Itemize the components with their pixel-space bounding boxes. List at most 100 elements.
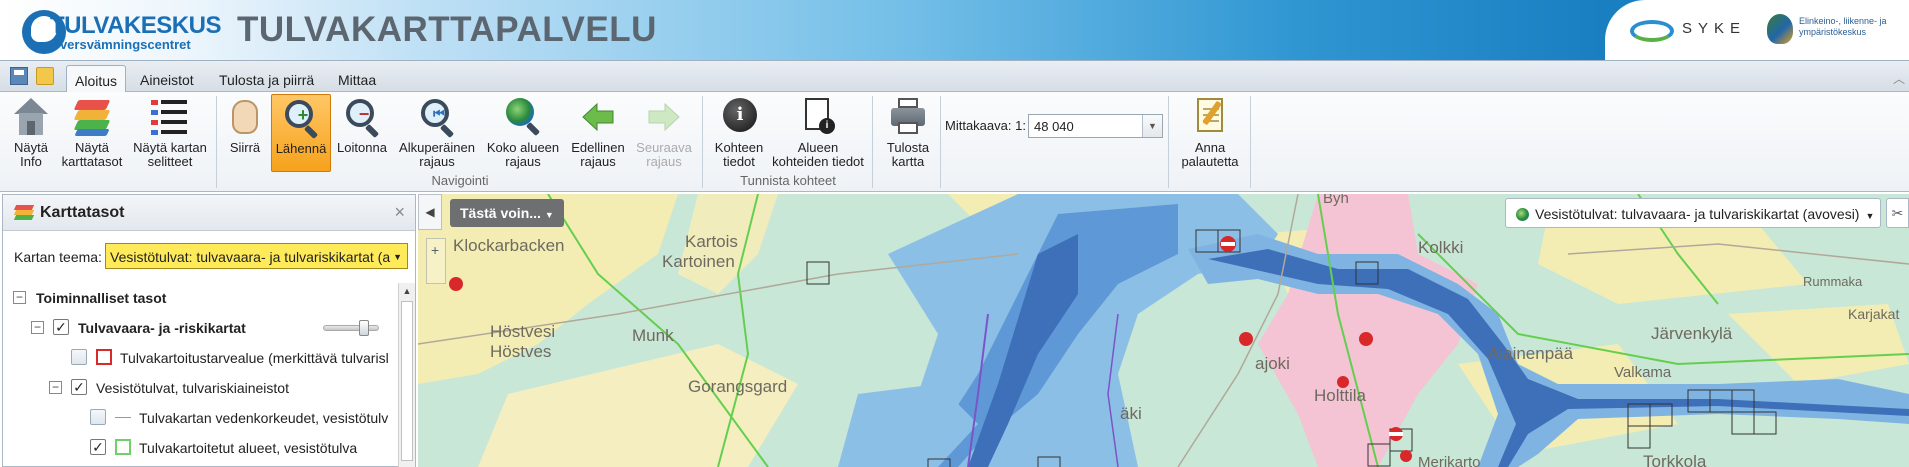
layer-tree: − Toiminnalliset tasot − ✓ Tulvavaara- j… bbox=[3, 283, 399, 467]
ribbon-separator bbox=[1168, 96, 1169, 188]
chevron-down-icon: ▼ bbox=[393, 252, 402, 262]
tree-row-label: Vesistötulvat, tulvariskiaineistot bbox=[96, 380, 289, 396]
map-view[interactable]: Klockarbacken Kartois Kartoinen Höstvesi… bbox=[418, 194, 1909, 467]
ribbon-separator bbox=[1250, 96, 1251, 188]
collapse-icon[interactable]: − bbox=[31, 321, 44, 334]
tasto-voin-button[interactable]: Tästä voin... ▼ bbox=[450, 199, 564, 227]
show-layers-button[interactable]: Näytä karttatasot bbox=[57, 94, 127, 172]
feedback-button[interactable]: Anna palautetta bbox=[1176, 94, 1244, 172]
hand-icon bbox=[224, 96, 266, 138]
layer-tree-scrollbar[interactable]: ▲ bbox=[398, 283, 415, 467]
slider-thumb[interactable] bbox=[359, 320, 369, 336]
tree-row: ✓ Tulvakartoitetut alueet, vesistötulva bbox=[3, 433, 399, 463]
collapse-icon[interactable]: − bbox=[13, 291, 26, 304]
logo-main-text: TULVAKESKUS bbox=[50, 12, 221, 39]
basemap-layer-label: Vesistötulvat: tulvavaara- ja tulvariski… bbox=[1535, 206, 1860, 222]
app-title: TULVAKARTTAPALVELU bbox=[237, 10, 657, 49]
zoom-plus-icon[interactable]: + bbox=[431, 242, 439, 258]
full-extent-button[interactable]: Koko alueen rajaus bbox=[482, 94, 564, 172]
original-extent-label: Alkuperäinen rajaus bbox=[399, 140, 475, 169]
show-info-label: Näytä Info bbox=[14, 140, 48, 169]
scale-combobox[interactable]: 48 040 ▼ bbox=[1028, 114, 1163, 138]
print-map-label: Tulosta kartta bbox=[886, 140, 930, 169]
tools-icon[interactable]: ✂ bbox=[1886, 198, 1909, 228]
layer-checkbox[interactable] bbox=[71, 349, 87, 365]
map-place-label: Järvenkylä bbox=[1651, 324, 1733, 343]
print-map-button[interactable]: Tulosta kartta bbox=[880, 94, 936, 172]
notepad-pencil-icon bbox=[1189, 96, 1231, 138]
globe-icon bbox=[1516, 208, 1529, 221]
collapse-icon[interactable]: − bbox=[49, 381, 62, 394]
next-extent-label: Seuraava rajaus bbox=[636, 140, 692, 169]
layer-opacity-slider[interactable] bbox=[323, 320, 379, 336]
syke-logo[interactable]: SYKE bbox=[1630, 14, 1780, 46]
tulvakeskus-logo[interactable]: TULVAKESKUS översvämningscentret bbox=[22, 8, 221, 54]
map-place-label: Munk bbox=[632, 326, 674, 345]
next-extent-button[interactable]: Seuraava rajaus bbox=[632, 94, 696, 172]
tree-row-label: Toiminnalliset tasot bbox=[36, 290, 167, 306]
zoom-out-button[interactable]: − Loitonna bbox=[334, 94, 390, 172]
area-feature-info-label: Alueen kohteiden tiedot bbox=[772, 140, 864, 169]
map-place-label: Höstvesi bbox=[490, 322, 556, 341]
basemap-layer-selector[interactable]: Vesistötulvat: tulvavaara- ja tulvariski… bbox=[1505, 198, 1881, 228]
map-zoom-control[interactable]: + bbox=[426, 238, 446, 284]
map-place-label: Torkkola bbox=[1643, 452, 1707, 467]
map-place-label: Gorangsgard bbox=[688, 377, 788, 396]
tab-mittaa[interactable]: Mittaa bbox=[330, 67, 384, 93]
map-place-label: Kartoinen bbox=[662, 252, 735, 271]
ribbon-separator bbox=[940, 96, 941, 188]
map-place-label: Valkama bbox=[1614, 364, 1672, 381]
zoom-out-icon: − bbox=[341, 96, 383, 139]
tab-aineistot[interactable]: Aineistot bbox=[132, 67, 202, 93]
previous-extent-button[interactable]: Edellinen rajaus bbox=[567, 94, 629, 172]
open-folder-icon[interactable] bbox=[36, 67, 54, 85]
layer-checkbox[interactable]: ✓ bbox=[71, 379, 87, 395]
ribbon-separator bbox=[702, 96, 703, 188]
house-icon bbox=[10, 96, 52, 138]
pan-button[interactable]: Siirrä bbox=[222, 94, 268, 172]
layer-checkbox[interactable] bbox=[90, 409, 106, 425]
zoom-in-label: Lähennä bbox=[275, 141, 327, 156]
feature-info-label: Kohteen tiedot bbox=[714, 140, 764, 169]
ribbon-separator bbox=[872, 96, 873, 188]
layers-icon bbox=[71, 96, 113, 138]
map-place-label: Merikarto bbox=[1418, 454, 1481, 467]
scale-value: 48 040 bbox=[1034, 119, 1074, 134]
layer-checkbox[interactable]: ✓ bbox=[90, 439, 106, 455]
map-place-label: Rummaka bbox=[1803, 274, 1863, 289]
ribbon-separator bbox=[216, 96, 217, 188]
tab-tulosta-ja-piirra[interactable]: Tulosta ja piirrä bbox=[211, 67, 322, 93]
feedback-label: Anna palautetta bbox=[1181, 140, 1239, 169]
show-info-button[interactable]: Näytä Info bbox=[6, 94, 56, 172]
header-banner: TULVAKESKUS översvämningscentret TULVAKA… bbox=[0, 0, 1909, 60]
layers-panel: Karttatasot × Kartan teema: Vesistötulva… bbox=[2, 194, 416, 467]
collapse-panel-icon[interactable]: ◀ bbox=[418, 194, 442, 230]
tree-row: − ✓ Vesistötulvat, tulvariskiaineistot bbox=[3, 373, 399, 403]
chevron-down-icon[interactable]: ▼ bbox=[1142, 115, 1162, 137]
map-place-label: Alainenpää bbox=[1488, 344, 1574, 363]
zoom-out-label: Loitonna bbox=[337, 140, 387, 155]
zoom-in-button[interactable]: + Lähennä bbox=[271, 94, 331, 172]
pan-label: Siirrä bbox=[229, 140, 261, 155]
show-legend-button[interactable]: Näytä kartan selitteet bbox=[128, 94, 212, 172]
area-feature-info-button[interactable]: i Alueen kohteiden tiedot bbox=[770, 94, 866, 172]
theme-select[interactable]: Vesistötulvat: tulvavaara- ja tulvariski… bbox=[105, 243, 408, 269]
chevron-down-icon: ▼ bbox=[1865, 211, 1875, 221]
map-place-label: Kolkki bbox=[1418, 238, 1464, 257]
layers-icon bbox=[13, 205, 35, 221]
tree-row: Tulvakartoitustarvealue (merkittävä tulv… bbox=[3, 343, 399, 373]
feature-info-button[interactable]: i Kohteen tiedot bbox=[710, 94, 768, 172]
scroll-up-icon[interactable]: ▲ bbox=[399, 283, 415, 299]
scrollbar-thumb[interactable] bbox=[401, 301, 413, 461]
map-place-label: Kartois bbox=[685, 232, 738, 251]
original-extent-button[interactable]: ⏮ Alkuperäinen rajaus bbox=[396, 94, 478, 172]
layer-checkbox[interactable]: ✓ bbox=[53, 319, 69, 335]
save-icon[interactable] bbox=[10, 67, 28, 85]
arrow-right-icon bbox=[643, 96, 685, 138]
ribbon-collapse-icon[interactable]: ︿ bbox=[1893, 70, 1905, 87]
full-extent-label: Koko alueen rajaus bbox=[486, 140, 560, 169]
ely-logo[interactable]: Elinkeino-, liikenne- ja ympäristökeskus bbox=[1767, 12, 1902, 48]
printer-icon bbox=[887, 96, 929, 138]
tab-aloitus[interactable]: Aloitus bbox=[66, 65, 127, 93]
close-icon[interactable]: × bbox=[394, 203, 405, 221]
